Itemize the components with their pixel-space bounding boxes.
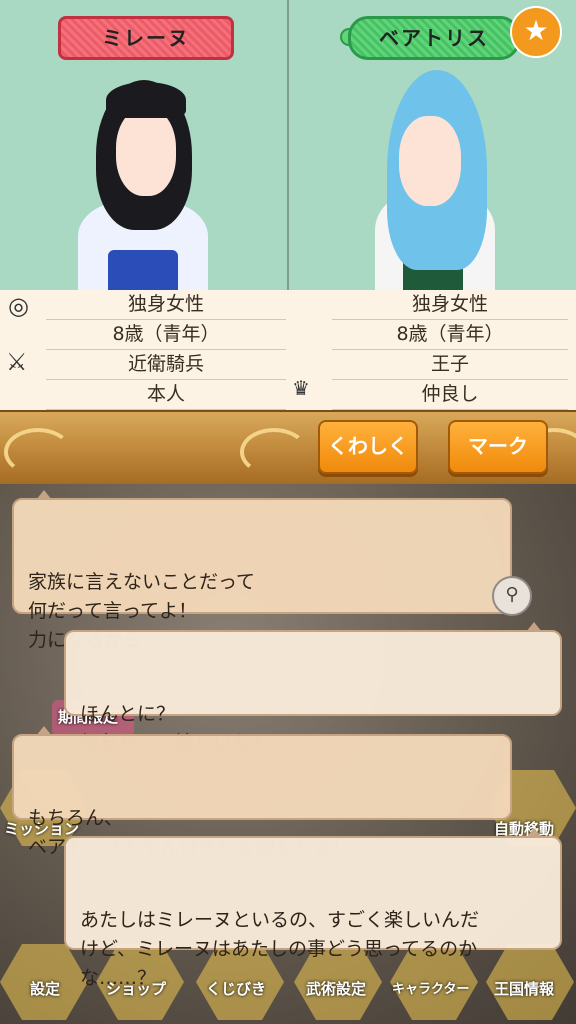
auto-play-icon[interactable]: ⚲ (492, 576, 532, 616)
star-icon[interactable]: ★ (510, 6, 562, 58)
dialogue-bubble-4[interactable]: あたしはミレーヌといるの、すごく楽しいんだ けど、ミレーヌはあたしの事どう思って… (64, 828, 562, 989)
bubble-tail (526, 622, 542, 632)
weapon-settings-menu-label: 武術設定 (306, 980, 367, 998)
bubble-tail (526, 828, 542, 838)
center-ornament (240, 428, 308, 476)
bubble-tail (36, 490, 52, 500)
character-stats: ◎ ⚔ ♛ 独身女性 8歳（青年） 近衛騎兵 本人 独身女性 8歳（青年） 王子… (0, 290, 576, 410)
mark-button[interactable]: マーク (448, 420, 548, 474)
dialogue-bubble-2[interactable]: ほんとに？ 親友か……嬉しいな♪ (64, 622, 562, 754)
dialogue-bubble-3[interactable]: もちろん、 ベアトリスちゃんは大切な親友だよ！ (12, 726, 512, 858)
left-ornament (4, 428, 72, 476)
right-stats: 独身女性 8歳（青年） 王子 仲良し (332, 290, 568, 410)
left-marital-status: 独身女性 (46, 290, 286, 320)
left-relationship: 本人 (46, 380, 286, 410)
crossed-swords-icon: ⚔ (6, 348, 28, 376)
kingdom-info-menu-label: 王国情報 (494, 980, 555, 998)
ring-icon: ◎ (8, 292, 29, 320)
left-character-avatar[interactable] (58, 20, 228, 290)
left-occupation: 近衛騎兵 (46, 350, 286, 380)
lottery-menu-label: くじびき (206, 980, 267, 998)
right-character-avatar[interactable] (369, 20, 509, 290)
right-relationship: 仲良し (332, 380, 568, 410)
settings-menu-label: 設定 (30, 980, 61, 998)
right-age: 8歳（青年） (332, 320, 568, 350)
right-occupation: 王子 (332, 350, 568, 380)
right-character-name[interactable]: ベアトリス (348, 16, 520, 60)
bubble-tail (36, 726, 52, 736)
left-age: 8歳（青年） (46, 320, 286, 350)
dialogue-bubble-1[interactable]: 家族に言えないことだって 何だって言ってよ！ 力になるから (12, 490, 512, 651)
character-menu-label: キャラクター (392, 982, 470, 997)
right-marital-status: 独身女性 (332, 290, 568, 320)
left-character-name[interactable]: ミレーヌ (58, 16, 234, 60)
details-button[interactable]: くわしく (318, 420, 418, 474)
crown-icon: ♛ (292, 376, 310, 400)
left-stats: 独身女性 8歳（青年） 近衛騎兵 本人 (46, 290, 286, 410)
